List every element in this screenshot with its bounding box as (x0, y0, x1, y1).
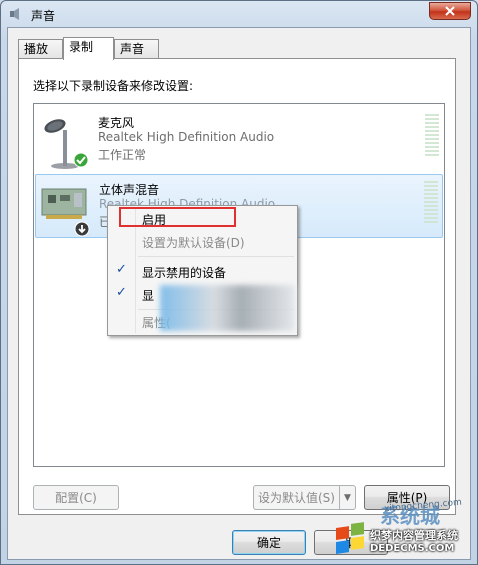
annotation-highlight-box (119, 207, 236, 227)
level-meter (425, 114, 439, 156)
tab-playback[interactable]: 播放 (18, 39, 63, 59)
disabled-badge-icon (74, 221, 90, 237)
title-bar[interactable]: 声音 (1, 1, 477, 27)
device-description: Realtek High Definition Audio (98, 130, 275, 144)
checkmark-icon: ✓ (116, 285, 127, 300)
close-button[interactable] (429, 2, 471, 20)
set-default-button[interactable]: 设为默认值(S) (253, 485, 340, 510)
device-status: 工作正常 (98, 148, 147, 162)
instruction-text: 选择以下录制设备来修改设置: (33, 79, 194, 93)
menu-item-show-disconnected[interactable]: 显 (142, 287, 154, 304)
level-meter (424, 181, 438, 223)
menu-separator (138, 256, 294, 257)
blurred-region (160, 285, 295, 331)
tab-recording[interactable]: 录制 (63, 37, 114, 60)
window-title: 声音 (31, 9, 56, 23)
configure-button[interactable]: 配置(C) (33, 485, 119, 510)
speaker-icon (10, 8, 19, 20)
sound-card-icon (41, 188, 87, 219)
menu-item-set-default[interactable]: 设置为默认设备(D) (142, 234, 245, 251)
watermark-line-1: 织梦内容管理系统 (370, 529, 458, 542)
set-default-dropdown[interactable]: ▼ (339, 485, 356, 510)
check-badge-icon (73, 152, 89, 168)
tab-sounds[interactable]: 声音 (114, 39, 159, 59)
ok-button[interactable]: 确定 (232, 530, 306, 555)
device-name: 立体声混音 (99, 183, 160, 197)
menu-item-show-disabled[interactable]: 显示禁用的设备 (142, 264, 226, 281)
device-item-microphone[interactable]: 麦克风 Realtek High Definition Audio 工作正常 (35, 108, 443, 172)
watermark-line-2: DEDECMS.COM (370, 543, 455, 554)
checkmark-icon: ✓ (116, 262, 127, 277)
chevron-down-icon: ▼ (344, 492, 351, 503)
close-icon (445, 6, 455, 16)
device-name: 麦克风 (98, 116, 135, 130)
